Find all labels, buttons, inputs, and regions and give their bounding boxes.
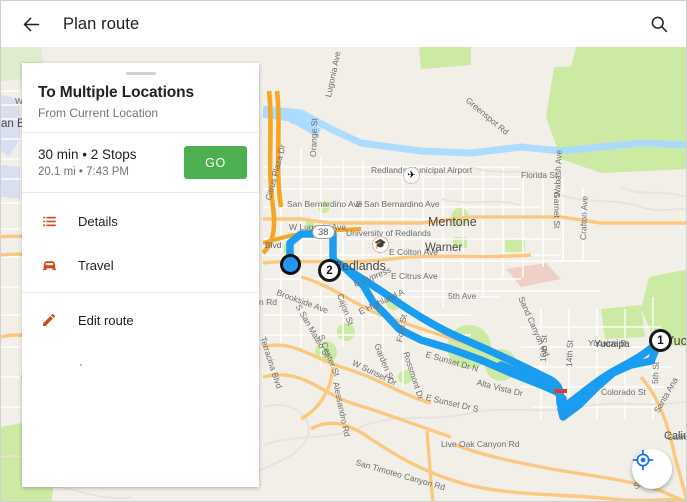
back-button[interactable]	[11, 4, 51, 44]
menu-item-travel-label: Travel	[78, 257, 114, 273]
card-dot-marker	[80, 364, 82, 366]
pencil-icon	[38, 312, 60, 328]
eta-row: 30 min • 2 Stops 20.1 mi • 7:43 PM GO	[22, 133, 259, 192]
my-location-icon	[632, 449, 654, 471]
origin-marker[interactable]	[280, 254, 301, 275]
origin-label: From Current Location	[38, 106, 159, 120]
university-poi-icon: 🎓	[372, 236, 389, 253]
go-button[interactable]: GO	[184, 146, 247, 179]
app-root: W 5th StE 5th St3rd StRedlands Municipal…	[0, 0, 687, 502]
card-empty-space	[22, 342, 259, 487]
waypoint-marker-1[interactable]: 1	[649, 329, 672, 352]
menu-item-details-label: Details	[78, 213, 118, 229]
search-button[interactable]	[642, 7, 676, 41]
app-header: Plan route	[1, 1, 686, 47]
divider-menu	[22, 292, 259, 293]
eta-primary: 30 min • 2 Stops	[38, 147, 137, 162]
list-icon	[38, 214, 60, 229]
search-icon	[651, 16, 668, 33]
my-location-button[interactable]	[632, 449, 672, 489]
airport-icon: ✈	[403, 167, 420, 184]
menu-item-travel[interactable]: Travel	[22, 243, 259, 287]
card-header: To Multiple Locations From Current Locat…	[22, 75, 259, 132]
car-icon	[38, 257, 60, 274]
card-menu: Details Travel Edit route	[22, 193, 259, 342]
waypoint-marker-2[interactable]: 2	[318, 259, 341, 282]
menu-item-details[interactable]: Details	[22, 199, 259, 243]
page-title: Plan route	[63, 14, 140, 33]
route-summary-card: To Multiple Locations From Current Locat…	[22, 63, 259, 487]
eta-text-group: 30 min • 2 Stops 20.1 mi • 7:43 PM	[38, 147, 137, 178]
eta-secondary: 20.1 mi • 7:43 PM	[38, 166, 129, 178]
destination-title: To Multiple Locations	[38, 84, 195, 101]
menu-item-edit-route-label: Edit route	[78, 312, 134, 328]
route-shield-38: 38	[312, 225, 335, 239]
back-arrow-icon	[23, 17, 39, 31]
menu-item-edit-route[interactable]: Edit route	[22, 298, 259, 342]
